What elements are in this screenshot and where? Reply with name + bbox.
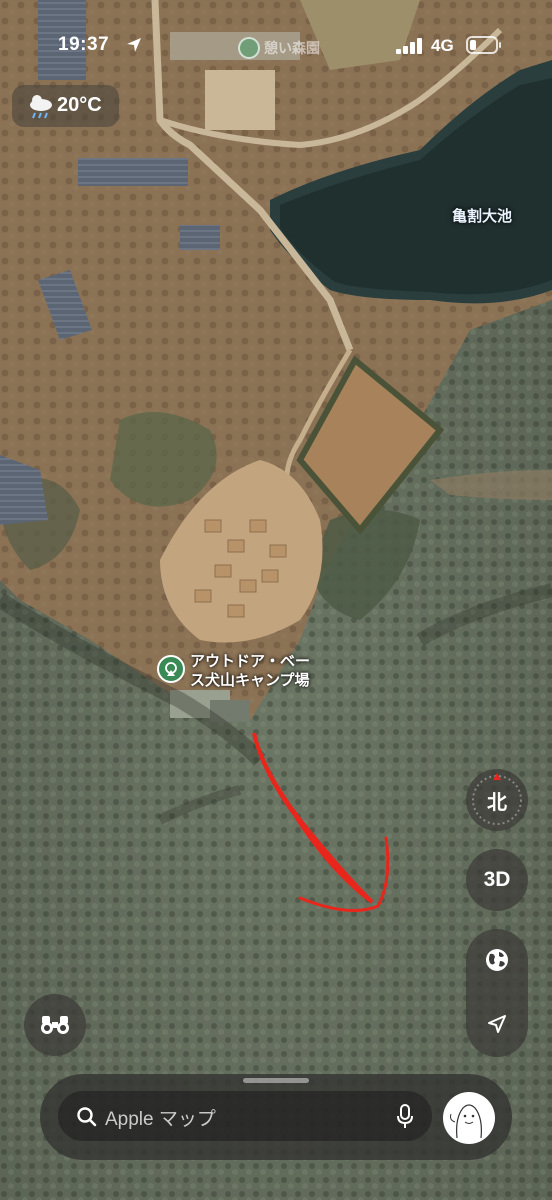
- globe-icon: [486, 949, 508, 971]
- avatar-drawing: [450, 1104, 482, 1139]
- binoculars-icon: [41, 1016, 69, 1034]
- campsite-label-line2: ス犬山キャンプ場: [190, 672, 310, 689]
- 3d-label: 3D: [483, 868, 511, 891]
- user-avatar[interactable]: [443, 1092, 495, 1144]
- 3d-button[interactable]: 3D: [466, 849, 528, 911]
- locate-me-button[interactable]: [466, 993, 528, 1055]
- campsite-icon: [165, 662, 177, 676]
- cloud-rain-icon: [30, 95, 52, 119]
- battery-icon: [466, 36, 501, 54]
- campsite-label[interactable]: アウトドア・ベー ス犬山キャンプ場: [190, 652, 320, 690]
- search-placeholder[interactable]: Apple マップ: [105, 1104, 216, 1131]
- top-poi-label[interactable]: 憩い森園: [264, 38, 320, 58]
- location-arrow-icon: [488, 1015, 506, 1033]
- cellular-signal-icon: [396, 38, 422, 54]
- top-poi-pin[interactable]: [238, 37, 260, 59]
- sheet-grabber[interactable]: [243, 1078, 309, 1083]
- compass-button[interactable]: 北: [466, 769, 528, 831]
- search-icon: [77, 1107, 97, 1127]
- weather-temperature: 20°C: [57, 94, 102, 116]
- map-mode-button[interactable]: [466, 929, 528, 991]
- campsite-label-line1: アウトドア・ベー: [190, 653, 311, 670]
- weather-chip[interactable]: 20°C: [12, 85, 119, 127]
- lake-label[interactable]: 亀割大池: [452, 205, 512, 226]
- network-type: 4G: [431, 36, 454, 55]
- location-services-icon: [127, 38, 141, 52]
- compass-ring-icon: [472, 773, 522, 825]
- campsite-pin[interactable]: [157, 655, 185, 683]
- map-controls-group: [466, 929, 528, 1057]
- microphone-icon[interactable]: [396, 1104, 414, 1130]
- look-around-button[interactable]: [24, 994, 86, 1056]
- status-time: 19:37: [58, 34, 110, 55]
